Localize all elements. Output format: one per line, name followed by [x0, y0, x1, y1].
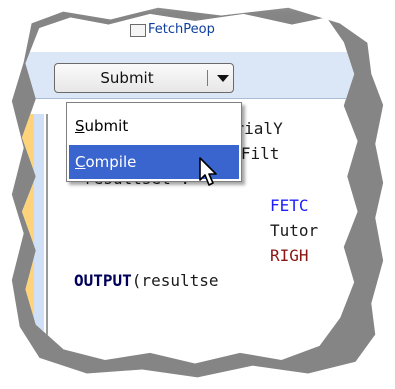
menu-item-submit[interactable]: Submit — [69, 109, 239, 143]
code-line: RIGH — [270, 246, 309, 265]
submit-split-button[interactable]: Submit — [54, 63, 234, 93]
menu-mnemonic: C — [75, 153, 86, 171]
file-icon — [130, 24, 146, 37]
code-text: (resultse — [131, 271, 219, 290]
menu-item-label: ubmit — [84, 117, 129, 135]
code-line: Tutor — [270, 221, 319, 240]
code-line-output: OUTPUT(resultse — [74, 268, 219, 293]
split-separator — [207, 70, 208, 86]
tab-title[interactable]: FetchPeop — [148, 22, 215, 37]
torn-paper-frame: FetchPeop Submit TutorialY ZipFilt resul… — [22, 14, 358, 364]
code-keyword: OUTPUT — [74, 271, 132, 290]
arrow-cursor-icon — [199, 157, 217, 186]
code-line: FETC — [270, 196, 309, 215]
editor-gutter-divider — [46, 114, 48, 364]
submit-button[interactable]: Submit — [55, 64, 199, 92]
menu-item-label: ompile — [85, 153, 137, 171]
chevron-down-icon[interactable] — [213, 64, 233, 92]
menu-mnemonic: S — [75, 117, 85, 135]
